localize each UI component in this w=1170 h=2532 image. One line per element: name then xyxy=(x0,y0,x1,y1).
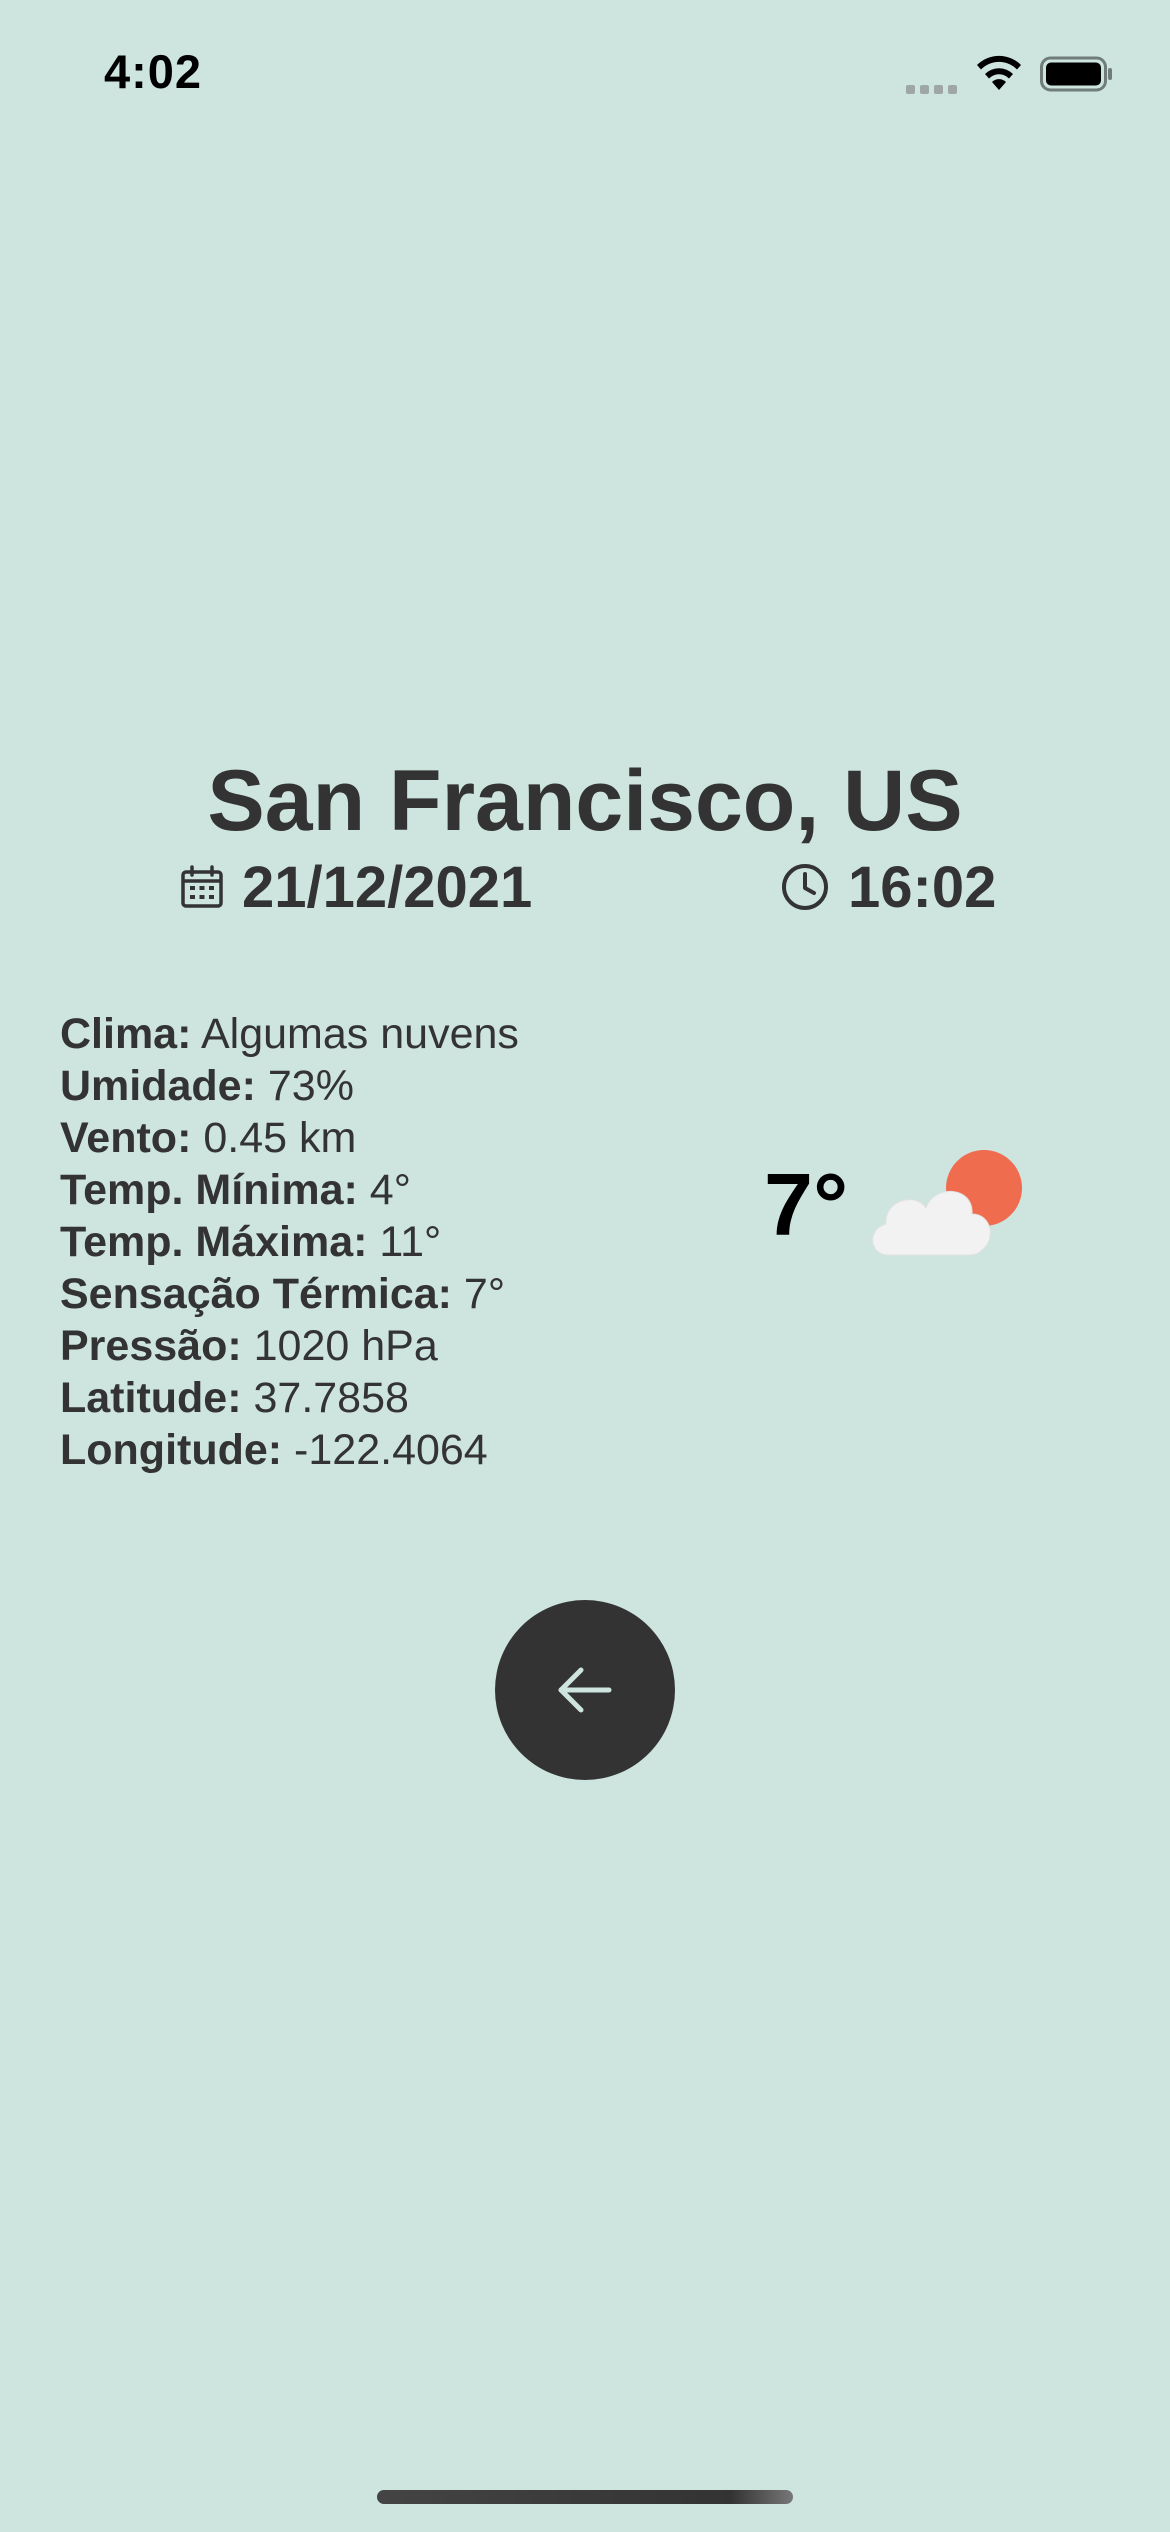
city-title: San Francisco, US xyxy=(207,753,963,849)
back-button[interactable] xyxy=(495,1600,675,1780)
detail-label: Umidade: xyxy=(60,1062,256,1110)
detail-label: Pressão: xyxy=(60,1322,242,1370)
detail-row-temp-maxima: Temp. Máxima: 11° xyxy=(60,1216,519,1268)
current-weather: 7° xyxy=(764,1140,1028,1270)
clock-icon xyxy=(782,864,828,910)
detail-row-latitude: Latitude: 37.7858 xyxy=(60,1372,519,1424)
home-indicator[interactable] xyxy=(377,2490,793,2504)
time-group: 16:02 xyxy=(780,852,996,922)
detail-row-umidade: Umidade: 73% xyxy=(60,1060,519,1112)
wifi-icon xyxy=(977,55,1021,90)
detail-label: Longitude: xyxy=(60,1426,283,1474)
time-text: 16:02 xyxy=(848,854,997,920)
detail-label: Temp. Máxima: xyxy=(60,1218,368,1266)
weather-details-list: Clima: Algumas nuvens Umidade: 73% Vento… xyxy=(60,1008,519,1476)
current-temperature: 7° xyxy=(764,1155,849,1254)
detail-row-longitude: Longitude: -122.4064 xyxy=(60,1424,519,1476)
detail-label: Latitude: xyxy=(60,1374,242,1422)
detail-label: Sensação Térmica: xyxy=(60,1270,452,1318)
detail-row-sensacao-termica: Sensação Térmica: 7° xyxy=(60,1268,519,1320)
detail-value: 4° xyxy=(357,1166,411,1214)
detail-value: 7° xyxy=(451,1270,506,1318)
detail-row-temp-minima: Temp. Mínima: 4° xyxy=(60,1164,519,1216)
detail-value: Algumas nuvens xyxy=(191,1010,519,1058)
detail-value: 11° xyxy=(367,1218,442,1266)
location-header: San Francisco, US xyxy=(0,746,1170,856)
detail-value: -122.4064 xyxy=(282,1426,488,1474)
detail-value: 1020 hPa xyxy=(241,1322,438,1370)
arrow-left-icon xyxy=(558,1667,612,1713)
detail-row-vento: Vento: 0.45 km xyxy=(60,1112,519,1164)
detail-value: 73% xyxy=(255,1062,354,1110)
partly-cloudy-icon xyxy=(872,1150,1023,1256)
cellular-signal-icon xyxy=(906,80,960,94)
detail-value: 0.45 km xyxy=(191,1114,357,1162)
date-group: 21/12/2021 xyxy=(180,852,532,922)
status-bar: 4:02 xyxy=(0,0,1170,150)
detail-label: Temp. Mínima: xyxy=(60,1166,358,1214)
detail-value: 37.7858 xyxy=(241,1374,409,1422)
battery-full-icon xyxy=(1040,56,1112,92)
detail-label: Vento: xyxy=(60,1114,192,1162)
date-text: 21/12/2021 xyxy=(242,854,533,920)
status-time: 4:02 xyxy=(104,45,203,98)
datetime-row: 21/12/2021 16:02 xyxy=(0,852,1170,922)
detail-row-clima: Clima: Algumas nuvens xyxy=(60,1008,519,1060)
detail-label: Clima: xyxy=(60,1010,192,1058)
calendar-icon xyxy=(181,865,223,908)
detail-row-pressao: Pressão: 1020 hPa xyxy=(60,1320,519,1372)
